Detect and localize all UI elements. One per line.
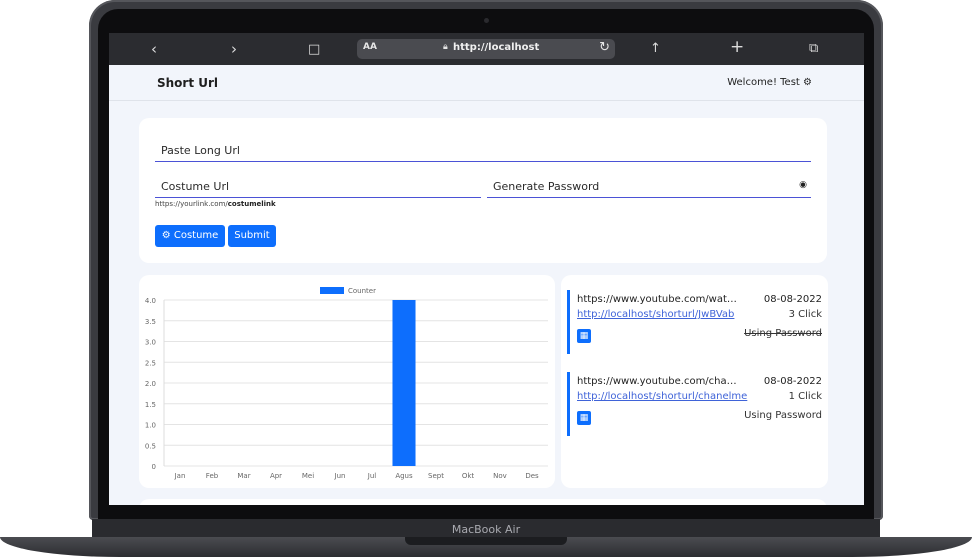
- click-count: 1 Click: [788, 391, 822, 402]
- navbar: Short Url Welcome! Test ⚙: [109, 65, 864, 101]
- y-tick-label: 3.5: [145, 318, 156, 326]
- screen: ‹ › □ AA 🔒︎ http://localhost ↻ ↑ + ⧉ Sho…: [109, 33, 864, 505]
- user-menu[interactable]: Welcome! Test ⚙: [727, 77, 812, 88]
- device-label: MacBook Air: [451, 523, 521, 536]
- qr-icon[interactable]: ▦: [577, 329, 591, 343]
- long-url[interactable]: https://www.youtube.com/chan...: [577, 376, 739, 387]
- long-url-input[interactable]: Paste Long Url: [155, 144, 811, 162]
- chevron-left-icon[interactable]: ‹: [151, 40, 157, 58]
- password-status: Using Password: [744, 410, 822, 421]
- x-tick-label: Jun: [334, 472, 346, 480]
- lock-icon: 🔒︎: [443, 42, 448, 52]
- link-date: 08-08-2022: [763, 294, 822, 305]
- bottom-card: [139, 499, 827, 505]
- qr-icon[interactable]: ▦: [577, 411, 591, 425]
- custom-button-label: Costume: [173, 230, 219, 241]
- y-tick-label: 4.0: [145, 297, 156, 305]
- tabs-icon[interactable]: ⧉: [809, 40, 818, 58]
- text-size-button[interactable]: AA: [363, 42, 377, 52]
- welcome-text: Welcome! Test: [727, 77, 800, 88]
- x-tick-label: Des: [525, 472, 539, 480]
- submit-button[interactable]: Submit: [228, 225, 276, 247]
- custom-button[interactable]: ⚙ Costume: [155, 225, 225, 247]
- x-tick-label: Agus: [395, 472, 413, 480]
- counter-chart-card: 0 0.5 1.0 1.5 2.0 2.5 3.0 3.5 4.0 Jan Feb Mar Apr Mei…: [139, 275, 555, 488]
- x-tick-label: Jul: [367, 472, 377, 480]
- y-tick-label: 1.0: [145, 422, 156, 430]
- link-item: https://www.youtube.com/watc... 08-08-20…: [567, 290, 822, 354]
- laptop-notch: [405, 537, 567, 545]
- x-tick-label: Jan: [174, 472, 186, 480]
- shorten-form-card: Paste Long Url Costume Url Generate Pass…: [139, 118, 827, 263]
- legend-swatch: [320, 287, 344, 294]
- address-bar[interactable]: AA 🔒︎ http://localhost ↻: [357, 39, 615, 59]
- y-tick-label: 0.5: [145, 442, 156, 450]
- x-tick-label: Mei: [302, 472, 314, 480]
- browser-toolbar: ‹ › □ AA 🔒︎ http://localhost ↻ ↑ + ⧉: [109, 33, 864, 65]
- plus-icon[interactable]: +: [730, 38, 744, 56]
- hint-suffix: costumelink: [227, 200, 276, 208]
- x-tick-label: Feb: [206, 472, 219, 480]
- camera-icon: [484, 18, 489, 23]
- share-icon[interactable]: ↑: [650, 40, 661, 58]
- laptop-base: MacBook Air: [0, 519, 972, 558]
- reload-icon[interactable]: ↻: [599, 40, 610, 55]
- book-icon[interactable]: □: [308, 41, 320, 59]
- password-status: Using Password: [744, 328, 822, 339]
- y-tick-label: 3.0: [145, 339, 156, 347]
- custom-url-hint: https://yourlink.com/costumelink: [155, 200, 276, 208]
- short-url-link[interactable]: http://localhost/shorturl/JwBVab: [577, 309, 734, 320]
- chevron-right-icon[interactable]: ›: [231, 40, 237, 58]
- x-tick-label: Apr: [270, 472, 282, 480]
- gear-icon: ⚙: [161, 230, 171, 241]
- link-item: https://www.youtube.com/chan... 08-08-20…: [567, 372, 822, 436]
- eye-icon[interactable]: ◉: [799, 180, 807, 190]
- click-count: 3 Click: [788, 309, 822, 320]
- x-tick-label: Sept: [428, 472, 444, 480]
- link-date: 08-08-2022: [763, 376, 822, 387]
- hint-prefix: https://yourlink.com/: [155, 200, 228, 208]
- y-tick-label: 2.5: [145, 359, 156, 367]
- bar: [392, 300, 416, 466]
- y-tick-label: 2.0: [145, 380, 156, 388]
- brand-title[interactable]: Short Url: [157, 76, 218, 90]
- x-tick-label: Nov: [493, 472, 507, 480]
- gear-icon: ⚙: [803, 77, 812, 88]
- x-tick-label: Mar: [237, 472, 250, 480]
- address-url: http://localhost: [453, 42, 540, 53]
- counter-chart: 0 0.5 1.0 1.5 2.0 2.5 3.0 3.5 4.0 Jan Feb Mar Apr Mei…: [145, 287, 548, 480]
- custom-url-input[interactable]: Costume Url: [155, 180, 481, 198]
- long-url[interactable]: https://www.youtube.com/watc...: [577, 294, 739, 305]
- legend-label: Counter: [348, 287, 376, 295]
- password-input[interactable]: Generate Password: [487, 180, 811, 198]
- short-url-link[interactable]: http://localhost/shorturl/chanelme: [577, 391, 747, 402]
- links-list-card: https://www.youtube.com/watc... 08-08-20…: [561, 275, 828, 488]
- y-tick-label: 1.5: [145, 401, 156, 409]
- x-tick-label: Okt: [462, 472, 475, 480]
- y-tick-label: 0: [152, 463, 156, 471]
